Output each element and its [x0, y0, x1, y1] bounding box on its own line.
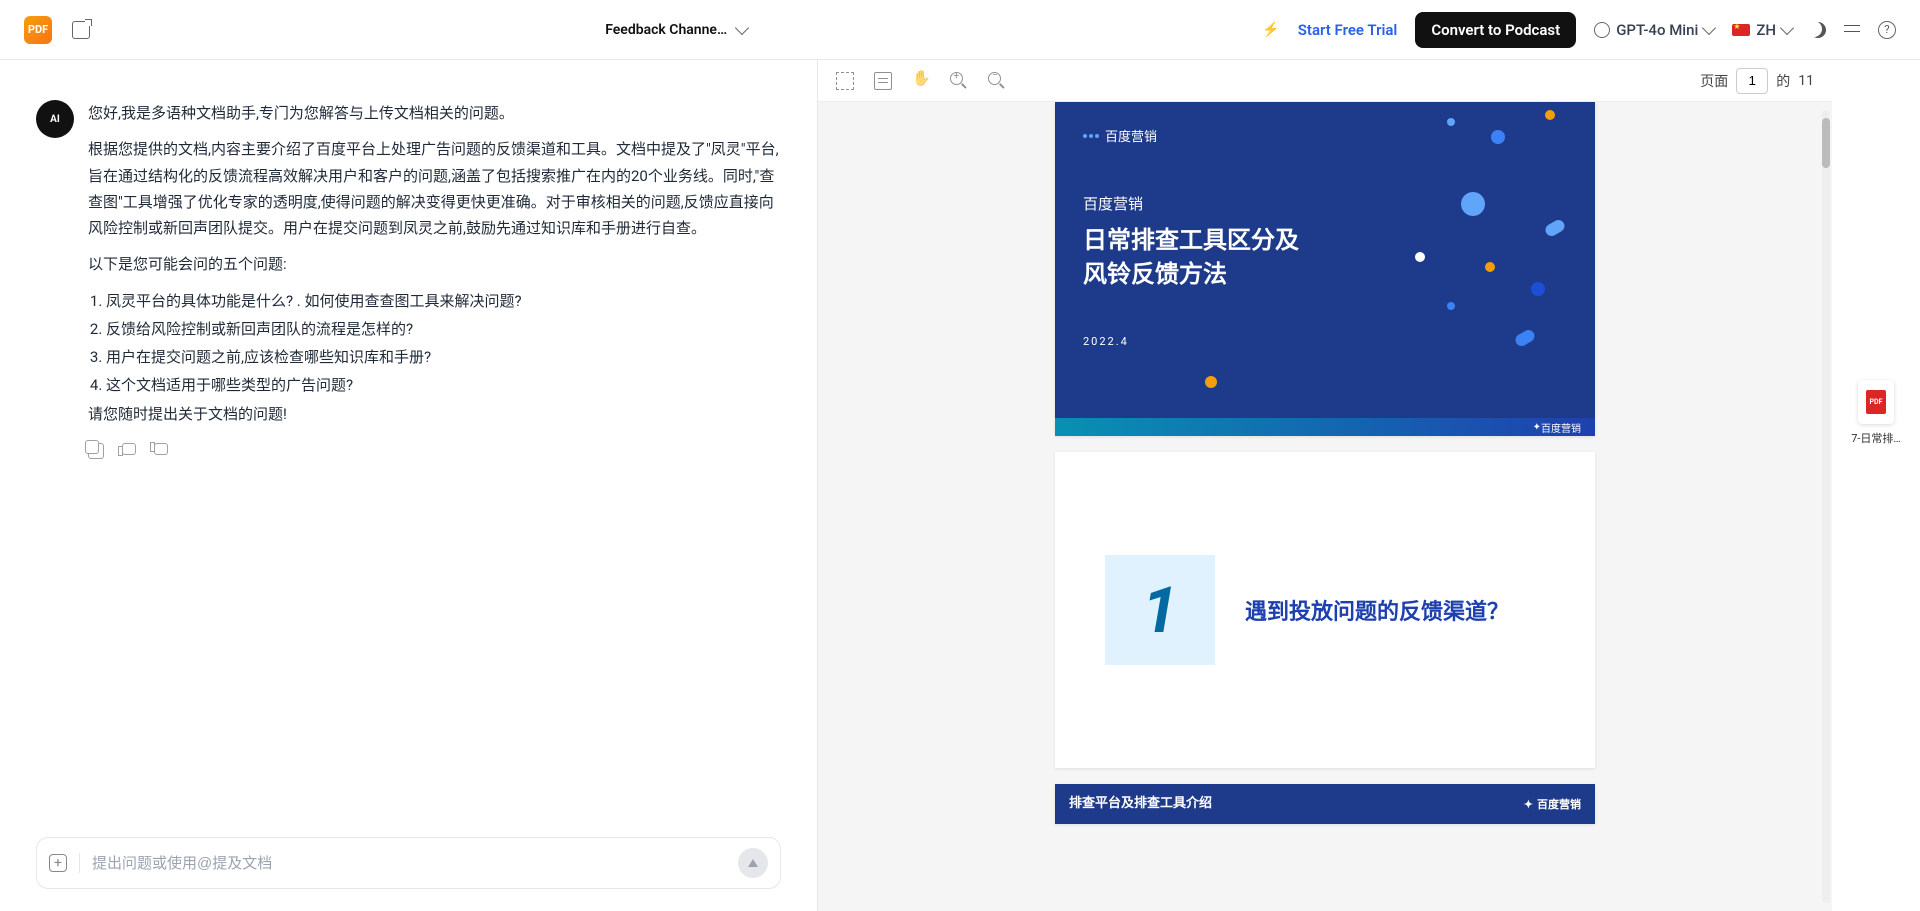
chevron-down-icon — [1780, 20, 1794, 34]
greeting-text: 您好,我是多语种文档助手,专门为您解答与上传文档相关的问题。 — [88, 100, 781, 126]
file-thumb-icon[interactable] — [1858, 380, 1894, 424]
send-button[interactable] — [738, 848, 768, 878]
theme-toggle-icon[interactable] — [1810, 22, 1826, 38]
divider — [79, 853, 80, 873]
pdf-date: 2022.4 — [1055, 315, 1595, 368]
questions-intro: 以下是您可能会问的五个问题: — [88, 251, 781, 277]
section-title: 遇到投放问题的反馈渠道？ — [1245, 594, 1509, 626]
thumbs-up-icon[interactable] — [122, 443, 136, 455]
list-item: 反馈给风险控制或新回声团队的流程是怎样的? — [106, 316, 781, 342]
pdf-brand-row: 百度营销 — [1055, 102, 1595, 169]
chat-title: Feedback Channe… — [605, 22, 727, 38]
chevron-down-icon — [1702, 20, 1716, 34]
pdf-scroll[interactable]: 百度营销 百度营销 日常排查工具区分及 风铃反馈方法 2022.4 — [818, 102, 1832, 911]
pdf-brand: 百度营销 — [1105, 126, 1157, 145]
bot-avatar-icon: AI — [36, 100, 74, 138]
chat-input[interactable] — [92, 855, 726, 872]
zoom-in-button[interactable] — [950, 72, 968, 90]
file-name: 7-日常排… — [1851, 430, 1901, 446]
page-total: 11 — [1798, 73, 1814, 89]
pdf-title-block: 百度营销 日常排查工具区分及 风铃反馈方法 — [1055, 169, 1595, 315]
right-pane: 页面 的 11 百度营销 百度营销 日常排查工具区分及 风铃反馈方法 — [817, 60, 1920, 911]
topbar-right: ⚡ Start Free Trial Convert to Podcast GP… — [1262, 12, 1896, 48]
selection-tool-icon[interactable] — [836, 72, 854, 90]
list-item: 这个文档适用于哪些类型的广告问题? — [106, 372, 781, 398]
pdf-page-3: 排查平台及排查工具介绍 ✦ 百度营销 — [1055, 784, 1595, 824]
pdf-viewer: 页面 的 11 百度营销 百度营销 日常排查工具区分及 风铃反馈方法 — [818, 60, 1832, 911]
model-selector[interactable]: GPT-4o Mini — [1594, 21, 1714, 39]
assistant-body: 您好,我是多语种文档助手,专门为您解答与上传文档相关的问题。 根据您提供的文档,… — [88, 100, 781, 459]
attach-button[interactable]: + — [49, 854, 67, 872]
pdf-scrollbar[interactable] — [1822, 110, 1830, 903]
file-sidebar: 7-日常排… — [1832, 60, 1920, 911]
new-chat-icon[interactable] — [72, 21, 90, 39]
pan-tool-icon[interactable] — [912, 72, 930, 90]
page-of: 的 — [1776, 71, 1790, 91]
footer-brand: 百度营销 — [1541, 420, 1581, 435]
start-trial-link[interactable]: Start Free Trial — [1298, 21, 1398, 39]
text-tool-icon[interactable] — [874, 72, 892, 90]
page3-title: 排查平台及排查工具介绍 — [1069, 792, 1212, 816]
convert-podcast-button[interactable]: Convert to Podcast — [1415, 12, 1576, 48]
pdf-title-line1: 日常排查工具区分及 — [1083, 224, 1567, 258]
list-item: 用户在提交问题之前,应该检查哪些知识库和手册? — [106, 344, 781, 370]
main-split: AI 您好,我是多语种文档助手,专门为您解答与上传文档相关的问题。 根据您提供的… — [0, 60, 1920, 911]
pdf-page-1: 百度营销 百度营销 日常排查工具区分及 风铃反馈方法 2022.4 — [1055, 102, 1595, 436]
chat-input-bar: + — [36, 837, 781, 889]
list-item: 凤灵平台的具体功能是什么? . 如何使用查查图工具来解决问题? — [106, 288, 781, 314]
language-selector[interactable]: ZH — [1732, 21, 1792, 39]
message-actions — [88, 443, 781, 459]
chevron-down-icon — [735, 20, 749, 34]
zoom-out-button[interactable] — [988, 72, 1006, 90]
summary-text: 根据您提供的文档,内容主要介绍了百度平台上处理广告问题的反馈渠道和工具。文档中提… — [88, 136, 781, 241]
lang-code: ZH — [1756, 21, 1776, 39]
app-logo[interactable]: PDF — [24, 16, 52, 44]
model-name: GPT-4o Mini — [1616, 21, 1698, 39]
questions-list: 凤灵平台的具体功能是什么? . 如何使用查查图工具来解决问题? 反馈给风险控制或… — [88, 288, 781, 399]
pdf-toolbar: 页面 的 11 — [818, 60, 1832, 102]
pdf-title-line2: 风铃反馈方法 — [1083, 258, 1567, 292]
settings-icon[interactable] — [1844, 22, 1860, 38]
section-number-box: 1 — [1105, 555, 1215, 665]
closing-text: 请您随时提出关于文档的问题! — [88, 401, 781, 427]
chat-pane: AI 您好,我是多语种文档助手,专门为您解答与上传文档相关的问题。 根据您提供的… — [0, 60, 817, 911]
scrollbar-thumb[interactable] — [1822, 118, 1830, 168]
assistant-message: AI 您好,我是多语种文档助手,专门为您解答与上传文档相关的问题。 根据您提供的… — [36, 100, 781, 459]
openai-icon — [1594, 22, 1610, 38]
chat-title-dropdown[interactable]: Feedback Channe… — [110, 22, 1242, 38]
pdf-page1-footer: ✦ 百度营销 — [1055, 418, 1595, 436]
topbar: PDF Feedback Channe… ⚡ Start Free Trial … — [0, 0, 1920, 60]
flag-cn-icon — [1732, 24, 1750, 36]
page3-brand: ✦ 百度营销 — [1524, 792, 1581, 816]
section-number: 1 — [1142, 573, 1178, 648]
thumbs-down-icon[interactable] — [154, 443, 168, 455]
pdf-page-2: 1 遇到投放问题的反馈渠道？ — [1055, 452, 1595, 768]
pager: 页面 的 11 — [1700, 68, 1814, 94]
copy-icon[interactable] — [88, 443, 104, 459]
page-input[interactable] — [1736, 68, 1768, 94]
help-icon[interactable]: ? — [1878, 21, 1896, 39]
page-label: 页面 — [1700, 71, 1728, 91]
pdf-subtitle: 百度营销 — [1083, 193, 1567, 214]
chat-scroll[interactable]: AI 您好,我是多语种文档助手,专门为您解答与上传文档相关的问题。 根据您提供的… — [0, 60, 817, 911]
bolt-icon: ⚡ — [1262, 22, 1279, 38]
